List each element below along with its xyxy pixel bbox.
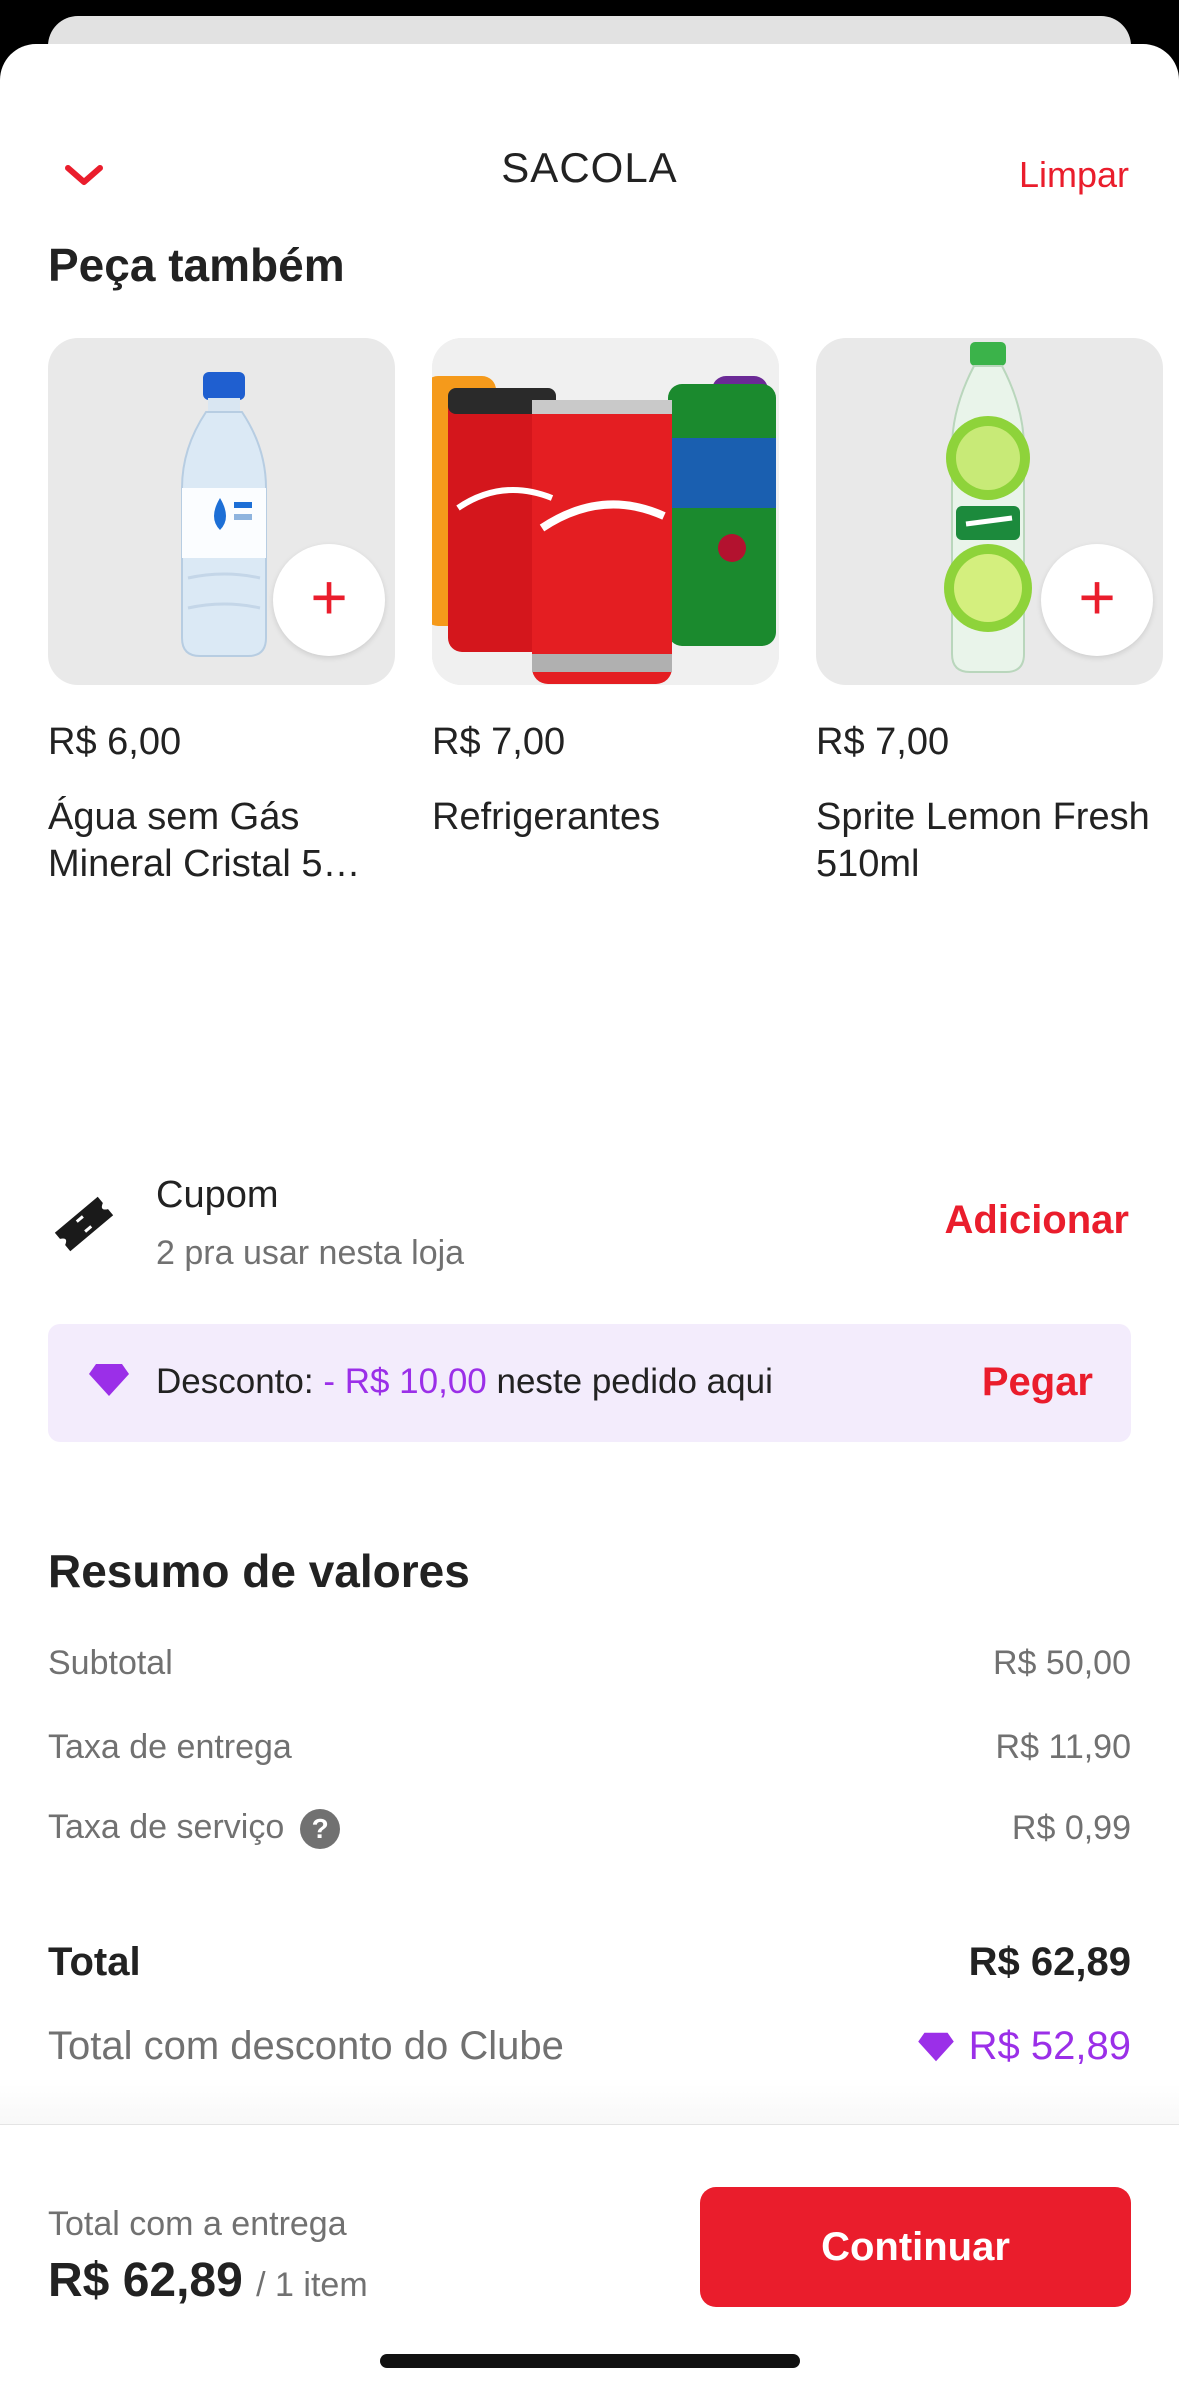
delivery-fee-label: Taxa de entrega xyxy=(48,1728,292,1766)
product-card[interactable]: + R$ 6,00 Água sem Gás Mineral Cristal 5… xyxy=(48,338,395,888)
product-price: R$ 7,00 xyxy=(432,721,566,763)
club-total-label: Total com desconto do Clube xyxy=(48,2024,564,2068)
water-bottle-image: + xyxy=(48,338,395,685)
subtotal-label: Subtotal xyxy=(48,1644,173,1682)
discount-label: Desconto: xyxy=(156,1362,314,1401)
home-indicator[interactable] xyxy=(380,2354,800,2368)
total-row: Total R$ 62,89 xyxy=(48,1940,1131,1985)
club-total-value: R$ 52,89 xyxy=(968,2024,1131,2068)
sprite-bottle-image: + xyxy=(816,338,1163,685)
grab-discount-button[interactable]: Pegar xyxy=(982,1360,1093,1405)
plus-icon: + xyxy=(1078,561,1116,633)
service-fee-value: R$ 0,99 xyxy=(1011,1809,1131,1847)
product-card[interactable]: + R$ 7,00 Sprite Lemon Fresh 510ml xyxy=(816,338,1163,888)
coupon-subtitle: 2 pra usar nesta loja xyxy=(156,1234,465,1272)
coupon-title: Cupom xyxy=(156,1174,279,1216)
add-item-button[interactable]: + xyxy=(273,544,385,656)
help-icon[interactable]: ? xyxy=(300,1809,341,1850)
add-item-button[interactable]: + xyxy=(1041,544,1153,656)
bag-sheet: SACOLA Limpar Peça também + R$ 6,00 Água xyxy=(0,44,1179,2396)
discount-suffix: neste pedido aqui xyxy=(496,1362,773,1401)
footer-total-amount: R$ 62,89 / 1 item xyxy=(48,2253,368,2308)
add-coupon-button[interactable]: Adicionar xyxy=(945,1198,1129,1243)
total-label: Total xyxy=(48,1940,141,1984)
delivery-fee-value: R$ 11,90 xyxy=(995,1728,1131,1766)
club-total-row: Total com desconto do Clube R$ 52,89 xyxy=(48,2024,1131,2069)
ticket-icon xyxy=(54,1196,114,1252)
product-price: R$ 6,00 xyxy=(48,721,182,763)
subtotal-row: Subtotal R$ 50,00 xyxy=(48,1644,1131,1683)
suggestions-title: Peça também xyxy=(48,239,345,291)
subtotal-value: R$ 50,00 xyxy=(993,1644,1131,1682)
plus-icon: + xyxy=(310,561,348,633)
continue-button[interactable]: Continuar xyxy=(700,2187,1131,2307)
product-price: R$ 7,00 xyxy=(816,721,950,763)
discount-value: - R$ 10,00 xyxy=(323,1362,487,1401)
page-title: SACOLA xyxy=(501,144,678,191)
delivery-fee-row: Taxa de entrega R$ 11,90 xyxy=(48,1728,1131,1767)
product-name: Sprite Lemon Fresh 510ml xyxy=(816,796,1150,885)
total-value: R$ 62,89 xyxy=(968,1940,1131,1984)
service-fee-label: Taxa de serviço xyxy=(48,1808,285,1846)
clear-button[interactable]: Limpar xyxy=(1019,154,1129,196)
soda-cans-image xyxy=(432,338,779,685)
summary-title: Resumo de valores xyxy=(48,1545,470,1597)
suggestions-carousel[interactable]: + R$ 6,00 Água sem Gás Mineral Cristal 5… xyxy=(48,338,1179,938)
diamond-icon xyxy=(89,1364,129,1396)
discount-text: Desconto: - R$ 10,00 neste pedido aqui xyxy=(156,1362,773,1402)
service-fee-row: Taxa de serviço? R$ 0,99 xyxy=(48,1808,1131,1850)
club-discount-banner[interactable]: Desconto: - R$ 10,00 neste pedido aqui P… xyxy=(48,1324,1131,1442)
product-name: Água sem Gás Mineral Cristal 5… xyxy=(48,796,361,885)
footer-total-label: Total com a entrega xyxy=(48,2205,347,2243)
footer-item-count: / 1 item xyxy=(256,2266,368,2304)
footer-amount-value: R$ 62,89 xyxy=(48,2254,243,2307)
product-card[interactable]: R$ 7,00 Refrigerantes xyxy=(432,338,779,841)
product-name: Refrigerantes xyxy=(432,796,661,838)
diamond-icon xyxy=(917,2032,954,2061)
